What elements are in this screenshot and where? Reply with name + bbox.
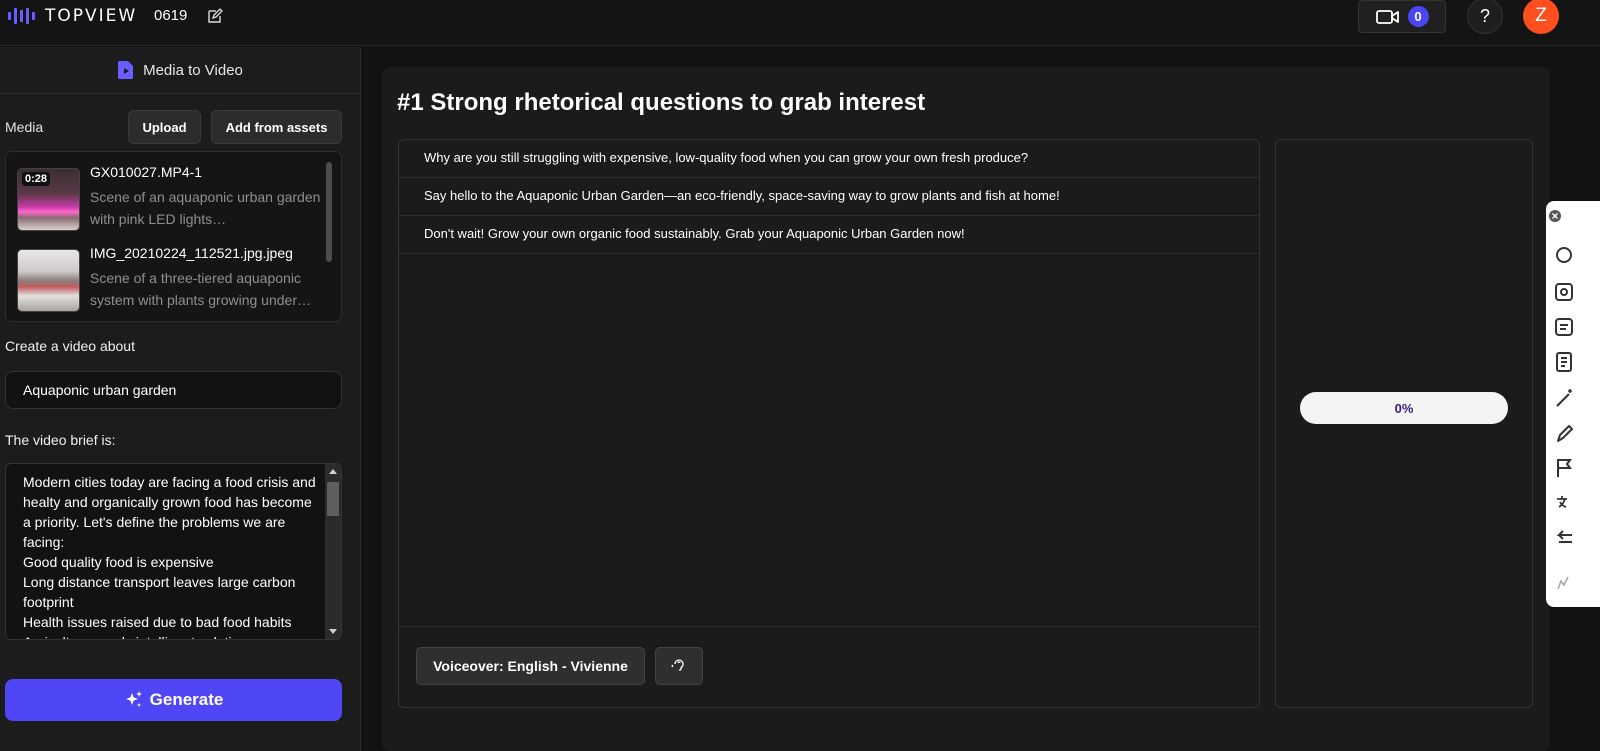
media-list: 0:28 GX010027.MP4-1 Scene of an aquaponi… [5,151,342,322]
collapse-icon[interactable] [1554,571,1576,593]
image-search-icon[interactable] [1554,281,1576,303]
generate-button[interactable]: Generate [5,679,342,721]
translate-icon[interactable] [1554,493,1576,515]
left-panel: Media to Video Media Upload Add from ass… [0,47,361,751]
sparkle-icon [125,691,142,707]
media-item[interactable]: IMG_20210224_112521.jpg.jpeg Scene of a … [16,245,326,315]
project-name: 0619 [154,7,188,24]
scroll-down-icon[interactable] [329,629,337,634]
brief-scrollbar[interactable] [325,464,341,639]
video-camera-icon [1375,9,1399,24]
scroll-up-icon[interactable] [329,469,337,474]
preview-panel: 0% [1275,139,1533,708]
media-name: IMG_20210224_112521.jpg.jpeg [90,245,293,261]
script-line[interactable]: Don't wait! Grow your own organic food s… [399,216,1259,254]
video-count-badge: 0 [1407,6,1429,27]
top-bar: TOPVIEW 0619 0 ? Z [0,0,1600,46]
brief-text: Modern cities today are facing a food cr… [23,474,316,639]
close-icon[interactable] [1548,209,1562,223]
media-description: Scene of an aquaponic urban garden with … [90,189,321,227]
search-icon[interactable] [1554,245,1576,267]
logo-bars-icon [8,7,35,25]
magic-wand-icon[interactable] [1554,387,1576,409]
generate-label: Generate [149,690,224,709]
script-line[interactable]: Why are you still struggling with expens… [399,140,1259,178]
document-icon[interactable] [1554,351,1576,373]
avatar[interactable]: Z [1523,0,1559,34]
video-queue-button[interactable]: 0 [1358,0,1446,33]
main-panel: #1 Strong rhetorical questions to grab i… [382,67,1550,751]
duration-badge: 0:28 [22,172,51,186]
media-thumbnail: 0:28 [17,168,80,231]
pen-icon[interactable] [1554,423,1576,445]
media-thumbnail [17,249,80,312]
media-label: Media [5,119,44,135]
topic-label: Create a video about [5,338,135,354]
progress-bar: 0% [1300,392,1508,424]
arrow-left-icon[interactable] [1554,527,1576,549]
media-description: Scene of a three-tiered aquaponic system… [90,270,311,308]
script-line[interactable]: Say hello to the Aquaponic Urban Garden—… [399,178,1259,216]
file-video-icon [118,61,134,79]
brief-label: The video brief is: [5,432,116,448]
side-toolbar [1546,201,1600,607]
media-item[interactable]: 0:28 GX010027.MP4-1 Scene of an aquaponi… [16,164,326,234]
brief-scroll-thumb[interactable] [327,482,339,516]
progress-text: 0% [1394,400,1414,416]
speaker-icon [671,659,684,671]
upload-button[interactable]: Upload [128,110,201,144]
media-list-scrollbar[interactable] [326,162,332,262]
mode-header: Media to Video [0,47,360,94]
topic-input[interactable] [5,371,342,409]
logo-text: TOPVIEW [45,6,138,26]
add-from-assets-button[interactable]: Add from assets [211,110,342,144]
voice-preview-button[interactable] [655,647,703,685]
divider [399,626,1259,627]
edit-icon[interactable] [207,8,223,24]
mode-title: Media to Video [143,61,243,79]
flag-icon[interactable] [1554,457,1576,479]
script-title: #1 Strong rhetorical questions to grab i… [397,89,926,116]
script-editor: Why are you still struggling with expens… [398,139,1260,708]
notes-icon[interactable] [1554,316,1576,338]
help-button[interactable]: ? [1467,0,1503,34]
media-name: GX010027.MP4-1 [90,164,203,180]
voiceover-select-button[interactable]: Voiceover: English - Vivienne [416,647,645,685]
logo[interactable]: TOPVIEW [8,6,137,26]
brief-textarea[interactable]: Modern cities today are facing a food cr… [5,463,342,640]
